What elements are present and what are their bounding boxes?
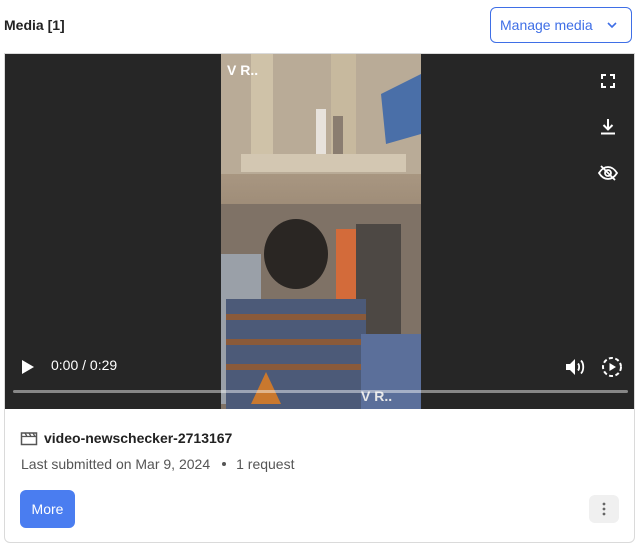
last-submitted: Last submitted on Mar 9, 2024 bbox=[21, 456, 211, 472]
duration: 0:29 bbox=[89, 357, 118, 373]
more-button[interactable]: More bbox=[20, 490, 75, 528]
play-icon[interactable] bbox=[21, 359, 35, 375]
video-file-icon bbox=[20, 432, 38, 446]
separator-dot bbox=[222, 462, 227, 466]
chevron-down-icon bbox=[607, 22, 617, 29]
time-display: 0:00 / 0:29 bbox=[51, 357, 117, 373]
time-separator: / bbox=[78, 357, 90, 373]
hide-icon[interactable] bbox=[598, 164, 618, 182]
current-time: 0:00 bbox=[51, 357, 79, 373]
file-name: video-newschecker-2713167 bbox=[44, 430, 233, 446]
video-frame: V R.. V R.. bbox=[221, 54, 421, 409]
video-player[interactable]: V R.. V R.. 0:00 / 0:29 bbox=[5, 54, 634, 409]
page-title: Media [1] bbox=[4, 17, 65, 33]
kebab-icon bbox=[602, 502, 606, 516]
media-card: V R.. V R.. 0:00 / 0:29 video-newschecke… bbox=[4, 53, 635, 543]
volume-icon[interactable] bbox=[565, 357, 587, 377]
kebab-menu-button[interactable] bbox=[589, 495, 619, 523]
submission-meta: Last submitted on Mar 9, 2024 1 request bbox=[21, 456, 294, 472]
manage-media-button[interactable]: Manage media bbox=[490, 7, 632, 43]
watermark-top: V R.. bbox=[227, 62, 259, 78]
progress-bar[interactable] bbox=[13, 390, 628, 393]
playback-speed-icon[interactable] bbox=[601, 356, 623, 378]
fullscreen-icon[interactable] bbox=[600, 73, 616, 89]
download-icon[interactable] bbox=[600, 118, 616, 136]
file-row: video-newschecker-2713167 bbox=[20, 430, 232, 446]
manage-media-label: Manage media bbox=[500, 17, 593, 33]
media-info: video-newschecker-2713167 Last submitted… bbox=[5, 409, 634, 542]
request-count: 1 request bbox=[236, 456, 295, 472]
